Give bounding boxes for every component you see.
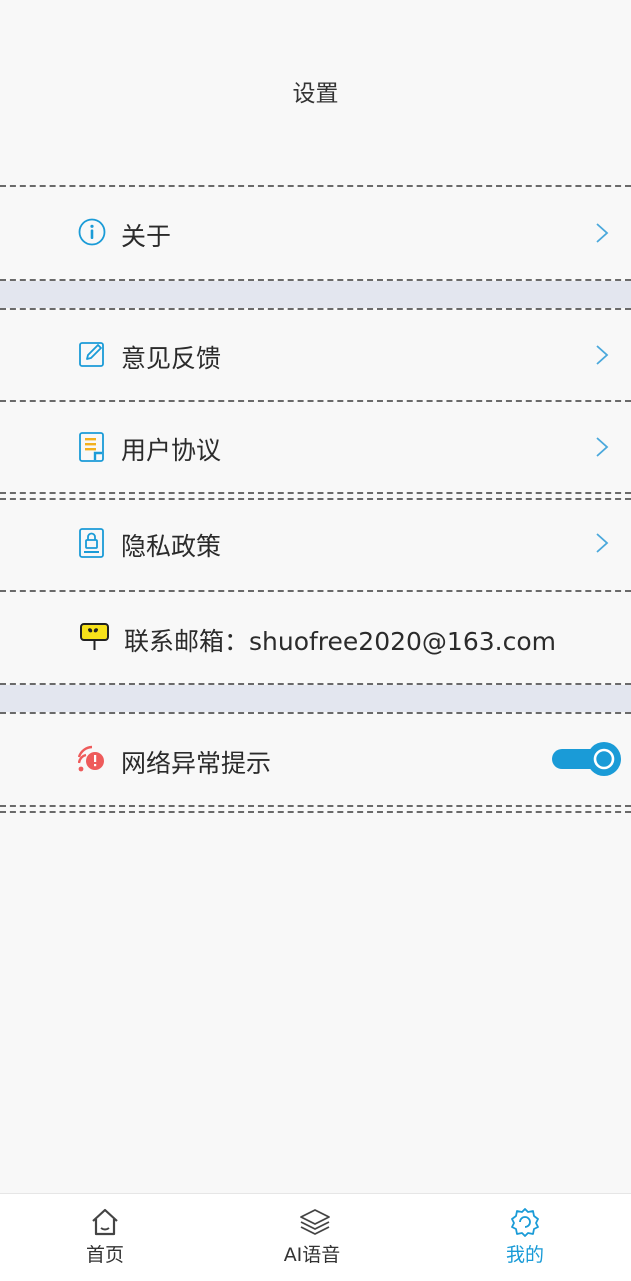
bottom-tab-bar: 首页 AI语音 我的	[0, 1193, 631, 1281]
network-alert-label: 网络异常提示	[121, 749, 272, 778]
network-error-icon	[78, 745, 104, 772]
info-icon	[78, 218, 106, 246]
home-icon	[92, 1208, 118, 1236]
layers-icon	[300, 1209, 330, 1235]
user-agreement-label: 用户协议	[121, 436, 222, 465]
settings-icon	[511, 1208, 539, 1237]
header: 设置	[0, 0, 631, 185]
tab-mine[interactable]: 我的	[420, 1194, 630, 1281]
contact-email-label: 联系邮箱：shuofree2020@163.com	[124, 627, 556, 656]
settings-item-network-alert: 网络异常提示	[0, 714, 631, 805]
tab-mine-label: 我的	[505, 1244, 544, 1266]
tab-ai-voice[interactable]: AI语音	[210, 1194, 420, 1281]
settings-item-privacy-policy[interactable]: 隐私政策	[0, 498, 631, 590]
edit-icon	[79, 342, 104, 367]
tab-home[interactable]: 首页	[0, 1194, 210, 1281]
page-title: 设置	[292, 81, 339, 107]
section-gap	[0, 281, 631, 308]
network-alert-toggle[interactable]	[551, 741, 623, 777]
privacy-policy-label: 隐私政策	[121, 532, 222, 561]
divider	[0, 805, 631, 813]
settings-item-feedback[interactable]: 意见反馈	[0, 310, 631, 400]
chevron-right-icon	[596, 533, 609, 553]
about-label: 关于	[121, 222, 172, 251]
mailbox-icon	[80, 623, 109, 650]
settings-item-user-agreement[interactable]: 用户协议	[0, 402, 631, 492]
document-icon	[79, 432, 104, 462]
settings-item-contact-email: 联系邮箱：shuofree2020@163.com	[0, 592, 631, 683]
settings-item-about[interactable]: 关于	[0, 187, 631, 279]
lock-document-icon	[79, 528, 104, 558]
chevron-right-icon	[596, 437, 609, 457]
chevron-right-icon	[596, 345, 609, 365]
feedback-label: 意见反馈	[121, 344, 222, 373]
chevron-right-icon	[596, 223, 609, 243]
tab-ai-voice-label: AI语音	[283, 1244, 341, 1266]
section-gap	[0, 685, 631, 712]
tab-home-label: 首页	[85, 1244, 124, 1266]
